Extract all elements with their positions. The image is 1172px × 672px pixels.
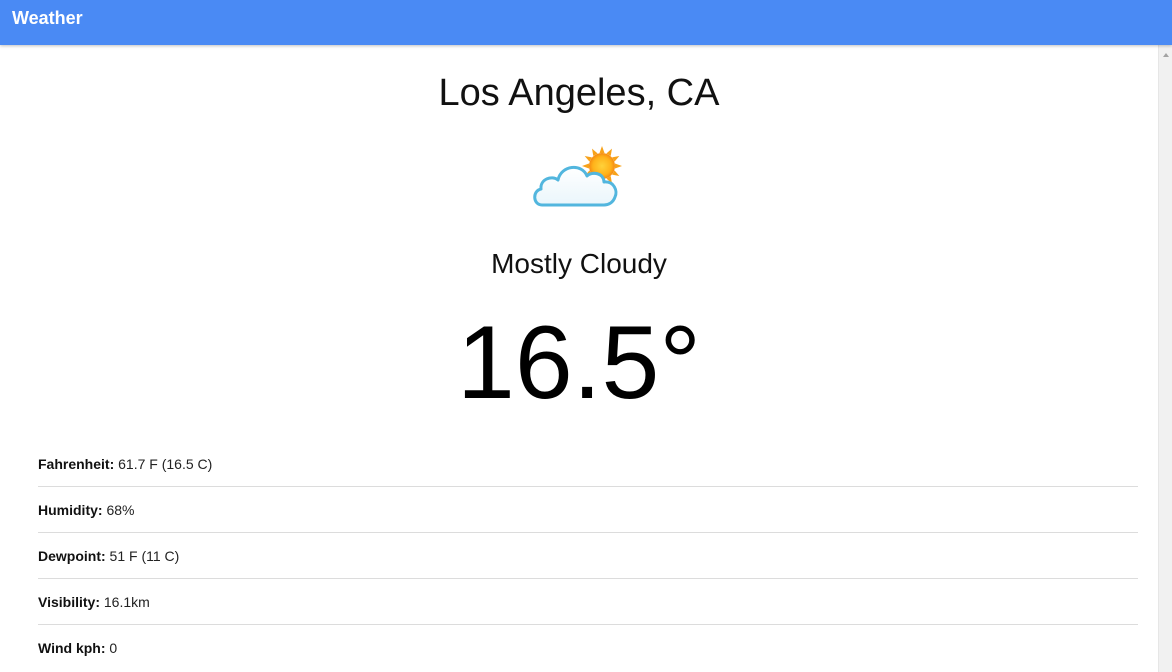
detail-visibility: Visibility: 16.1km: [38, 579, 1138, 625]
partly-cloudy-icon: [530, 145, 630, 211]
detail-value: 16.1km: [103, 594, 150, 610]
detail-label: Fahrenheit:: [38, 456, 119, 472]
detail-value: 68%: [106, 502, 135, 518]
detail-wind-kph: Wind kph: 0: [38, 625, 1138, 671]
vertical-scrollbar[interactable]: [1158, 45, 1172, 672]
detail-value: 61.7 F (16.5 C): [118, 456, 213, 472]
app-bar: Weather: [0, 0, 1172, 45]
detail-value: 51 F (11 C): [109, 548, 180, 564]
detail-label: Dewpoint:: [38, 548, 110, 564]
temperature-reading: 16.5°: [456, 305, 701, 421]
scroll-up-arrow-icon[interactable]: [1163, 53, 1169, 57]
detail-label: Visibility:: [38, 594, 104, 610]
weather-details-list: Fahrenheit: 61.7 F (16.5 C) Humidity: 68…: [38, 441, 1138, 671]
detail-label: Wind kph:: [38, 640, 110, 656]
detail-humidity: Humidity: 68%: [38, 487, 1138, 533]
city-name: Los Angeles, CA: [438, 72, 720, 114]
weather-panel: Los Angeles, CA Mostly Cloudy 16.5° Fahr…: [0, 45, 1158, 672]
detail-dewpoint: Dewpoint: 51 F (11 C): [38, 533, 1138, 579]
weather-condition: Mostly Cloudy: [491, 248, 667, 279]
detail-value: 0: [109, 640, 118, 656]
detail-label: Humidity:: [38, 502, 107, 518]
app-title: Weather: [12, 8, 83, 28]
detail-fahrenheit: Fahrenheit: 61.7 F (16.5 C): [38, 441, 1138, 487]
